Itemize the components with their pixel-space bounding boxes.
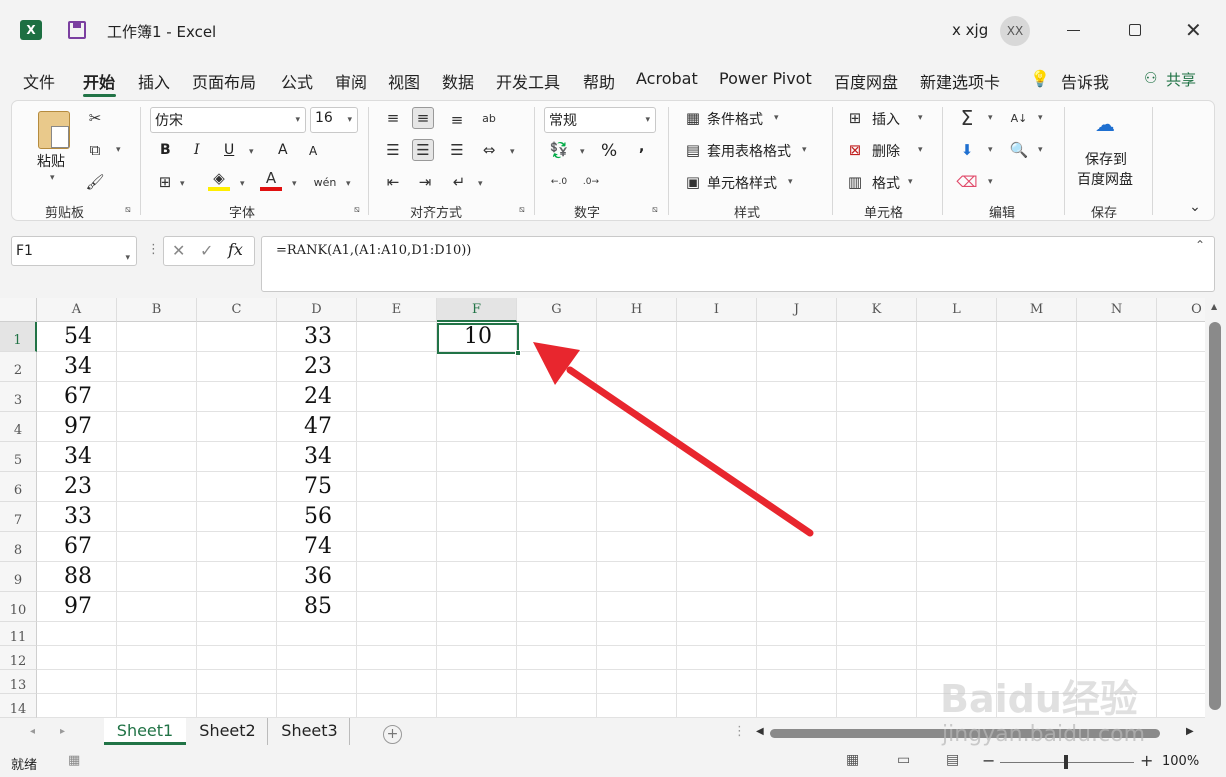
zoom-in-icon[interactable]: +	[1140, 751, 1153, 770]
watermark-url: jingyan.baidu.com	[942, 722, 1146, 747]
page-layout-view-icon[interactable]: ▭	[897, 752, 910, 768]
sheet-tab-sheet3[interactable]: Sheet3	[270, 718, 350, 745]
status-ready: 就绪	[11, 758, 38, 773]
sheet-tab-sheet2[interactable]: Sheet2	[188, 718, 268, 745]
zoom-level[interactable]: 100%	[1162, 754, 1199, 769]
scroll-right-icon[interactable]: ▶	[1186, 726, 1194, 737]
add-sheet-button[interactable]: +	[383, 725, 402, 744]
next-sheet-icon[interactable]: ▸	[60, 726, 65, 737]
zoom-slider-thumb[interactable]	[1064, 755, 1068, 769]
arrow-head	[533, 342, 580, 385]
annotation-arrow	[533, 342, 814, 537]
sheet-tab-label: Sheet2	[199, 721, 256, 740]
status-bar: 就绪 ▦ ▦ ▭ ▤ − + 100%	[0, 748, 1226, 777]
accessibility-icon[interactable]: ▦	[68, 753, 80, 768]
page-break-view-icon[interactable]: ▤	[946, 752, 959, 768]
tabs-more-icon[interactable]: ⋮	[733, 724, 746, 739]
zoom-out-icon[interactable]: −	[982, 751, 995, 770]
scroll-left-icon[interactable]: ◀	[756, 726, 764, 737]
prev-sheet-icon[interactable]: ◂	[30, 726, 35, 737]
watermark-brand: Baidu经验	[940, 677, 1138, 721]
sheet-tab-label: Sheet3	[281, 721, 338, 740]
sheet-tab-label: Sheet1	[116, 721, 174, 740]
baidu-watermark-url: jingyan.baidu.com	[942, 722, 1145, 747]
sheet-tab-sheet1[interactable]: Sheet1	[104, 718, 186, 745]
normal-view-icon[interactable]: ▦	[846, 752, 859, 768]
arrow-shaft	[566, 366, 814, 537]
baidu-watermark: Baidu经验	[940, 668, 1138, 723]
